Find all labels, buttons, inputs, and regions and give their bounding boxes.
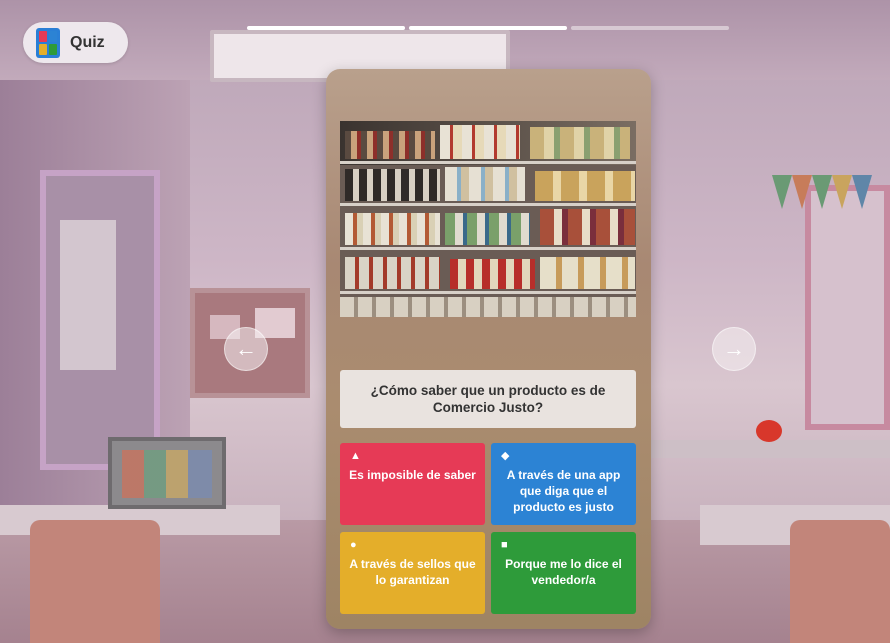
room-door-window — [60, 220, 116, 370]
room-window — [805, 185, 890, 430]
progress-segment-3 — [571, 26, 729, 30]
question-card: ¿Cómo saber que un producto es de Comerc… — [326, 69, 651, 629]
laptop-screen — [122, 450, 212, 498]
diamond-icon: ◆ — [501, 450, 510, 462]
quiz-stage: Quiz ← → ¿Cómo saber que un producto es … — [0, 0, 890, 643]
progress-segment-2 — [409, 26, 567, 30]
arrow-left-icon: ← — [235, 336, 257, 361]
bunting-flag — [852, 175, 872, 209]
answer-option-2[interactable]: ◆ A través de una app que diga que el pr… — [491, 443, 636, 525]
square-icon: ■ — [501, 539, 508, 551]
quiz-title: Quiz — [70, 33, 105, 51]
bunting-flag — [832, 175, 852, 209]
question-image — [340, 121, 636, 317]
question-text: ¿Cómo saber que un producto es de Comerc… — [340, 370, 636, 428]
bunting-flag — [812, 175, 832, 209]
answer-label: A través de una app que diga que el prod… — [506, 468, 621, 514]
answer-option-1[interactable]: ▲ Es imposible de saber — [340, 443, 485, 525]
chair — [30, 520, 160, 643]
desk — [650, 440, 890, 458]
next-button[interactable]: → — [712, 327, 756, 371]
prev-button[interactable]: ← — [224, 327, 268, 371]
answer-label: A través de sellos que lo garantizan — [349, 557, 476, 587]
answer-label: Porque me lo dice el vendedor/a — [505, 557, 622, 587]
circle-icon: ● — [350, 539, 357, 551]
arrow-right-icon: → — [723, 336, 745, 361]
quiz-badge: Quiz — [23, 22, 128, 63]
answer-option-4[interactable]: ■ Porque me lo dice el vendedor/a — [491, 532, 636, 614]
bunting-flag — [792, 175, 812, 209]
triangle-icon: ▲ — [350, 450, 361, 462]
bunting-flag — [772, 175, 792, 209]
apple-icon — [756, 420, 782, 442]
quiz-logo-icon — [36, 27, 60, 58]
chair — [790, 520, 890, 643]
progress-segment-1 — [247, 26, 405, 30]
answer-option-3[interactable]: ● A través de sellos que lo garantizan — [340, 532, 485, 614]
answer-label: Es imposible de saber — [349, 468, 476, 482]
